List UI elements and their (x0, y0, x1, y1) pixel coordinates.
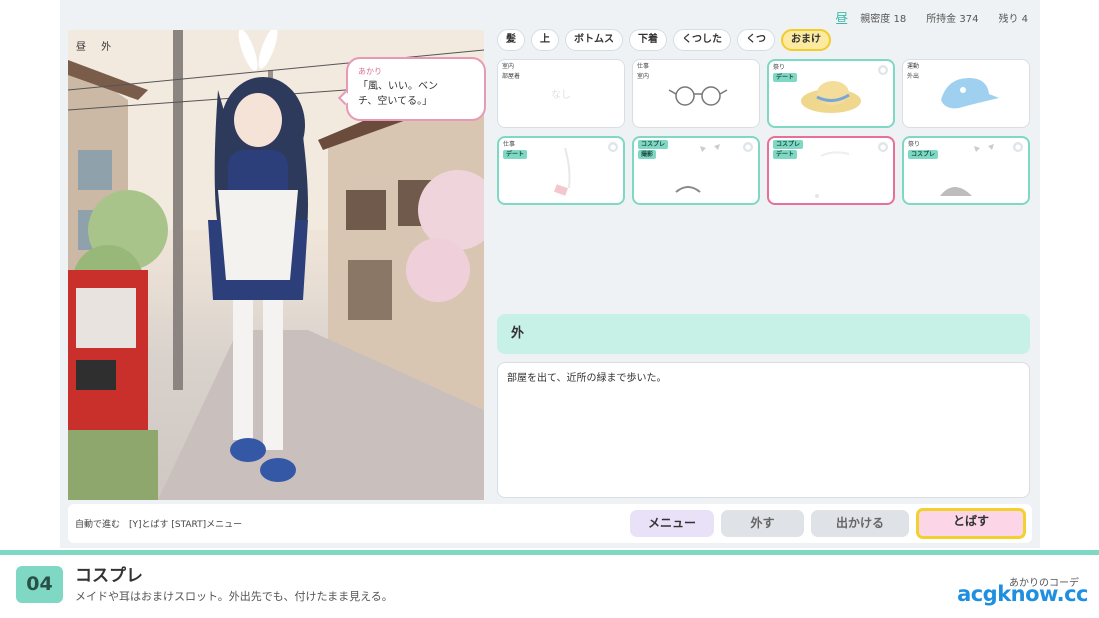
item-card[interactable]: 運動 外出 (902, 59, 1030, 128)
item-card[interactable]: 仕事 デート ● (497, 136, 625, 205)
necktie-icon (553, 147, 571, 196)
item-tag: 室内 (502, 63, 515, 70)
straw-hat-icon (801, 81, 861, 113)
scene-title: 昼 外 (76, 42, 118, 53)
glasses-icon (668, 86, 728, 106)
tab-underwear[interactable]: 下着 (629, 29, 667, 51)
item-card[interactable]: 仕事 室内 (632, 59, 760, 128)
controls-hint: 自動で進む [Y]とばす [START]メニュー (75, 520, 243, 530)
money-value: 所持金 374 (926, 14, 979, 25)
speech-line-2: チ、空いてる。」 (358, 96, 433, 107)
tab-bottoms[interactable]: ボトムス (565, 29, 623, 51)
tab-hair[interactable]: 髪 (497, 29, 525, 51)
item-card[interactable]: 室内 部屋着 なし (497, 59, 625, 128)
item-card[interactable]: 祭り コスプレ ● (902, 136, 1030, 205)
speech-line-1: 「風、いい。ベン (358, 81, 438, 92)
tab-top[interactable]: 上 (531, 29, 559, 51)
caption-title: コスプレ (75, 566, 143, 586)
skip-button[interactable]: とばす (916, 508, 1026, 539)
remove-button[interactable]: 外す (721, 510, 804, 537)
time-of-day-icon: 昼 (835, 12, 849, 27)
remaining-count: 残り 4 (998, 14, 1028, 25)
fan-icon (940, 144, 994, 196)
item-card[interactable]: コスプレ デート ● (767, 136, 895, 205)
footer-divider (0, 550, 1099, 555)
go-out-button[interactable]: 出かける (811, 510, 909, 537)
menu-button[interactable]: メニュー (630, 510, 714, 537)
cap-icon (941, 78, 999, 109)
item-card[interactable]: 祭り デート ● (767, 59, 895, 128)
description-box: 部屋を出て、近所の緑まで歩いた。 (497, 362, 1030, 498)
item-card[interactable]: コスプレ 撮影 ● (632, 136, 760, 205)
caption-subtitle: メイドや耳はおまけスロット。外出先でも、付けたまま見える。 (75, 590, 393, 603)
bunny-ears-icon (815, 151, 850, 198)
tab-shoes[interactable]: くつ (737, 29, 775, 51)
status-bar: 昼 親密度 18 所持金 374 残り 4 (835, 8, 1028, 27)
speech-bubble: あかり 「風、いい。ベン チ、空いてる。」 (346, 57, 486, 121)
caption-number: 04 (16, 566, 63, 603)
tab-extras[interactable]: おまけ (781, 29, 831, 51)
tab-socks[interactable]: くつした (673, 29, 731, 51)
watermark: acgknow.cc (957, 582, 1088, 606)
category-tabs: 髪 上 ボトムス 下着 くつした くつ おまけ (497, 29, 831, 51)
item-tag: 部屋着 (502, 73, 521, 80)
game-screen: 昼 外 あかり 「風、いい。ベン チ、空いてる。」 昼 親密度 18 所持金 3… (60, 0, 1040, 548)
empty-item-label: なし (551, 90, 571, 101)
affinity-value: 親密度 18 (860, 14, 907, 25)
choker-icon (675, 144, 720, 193)
location-header: 外 (497, 314, 1030, 354)
bottom-bar: 自動で進む [Y]とばす [START]メニュー メニュー 外す 出かける とば… (68, 504, 1032, 543)
speaker-name: あかり (358, 67, 382, 76)
item-grid: 室内 部屋着 なし 仕事 室内 祭り デート ● 運動 外出 仕事 デート ● … (497, 59, 1030, 205)
